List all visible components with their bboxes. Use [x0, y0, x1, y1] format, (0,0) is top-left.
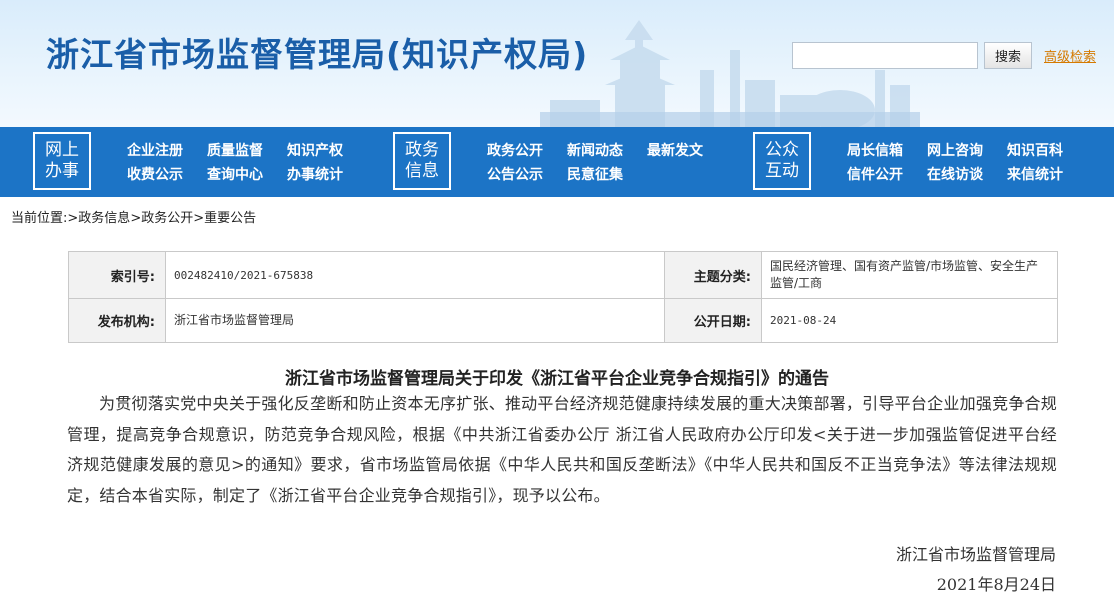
nav-link-online-interview[interactable]: 在线访谈: [927, 164, 983, 184]
document-meta-table: 索引号: 002482410/2021-675838 主题分类: 国民经济管理、…: [68, 251, 1058, 343]
nav-box-line: 互动: [765, 161, 799, 181]
breadcrumb-separator: >: [67, 211, 79, 226]
breadcrumb-item-important-notice[interactable]: 重要公告: [204, 211, 256, 226]
search-input[interactable]: [792, 42, 978, 69]
nav-link-letter-statistics[interactable]: 来信统计: [1007, 164, 1063, 184]
breadcrumb: 当前位置:>政务信息>政务公开>重要公告: [11, 207, 256, 226]
meta-row: 发布机构: 浙江省市场监督管理局 公开日期: 2021-08-24: [68, 298, 1058, 343]
publisher-label: 发布机构:: [68, 298, 166, 343]
article-signature: 浙江省市场监督管理局: [895, 545, 1056, 564]
site-header: 浙江省市场监督管理局(知识产权局) 搜索 高级检索: [0, 0, 1114, 127]
nav-link-knowledge-base[interactable]: 知识百科: [1007, 140, 1063, 160]
breadcrumb-separator: >: [130, 211, 142, 226]
article-title: 浙江省市场监督管理局关于印发《浙江省平台企业竞争合规指引》的通告: [285, 369, 829, 389]
date-label: 公开日期:: [664, 298, 762, 343]
article-body: 为贯彻落实党中央关于强化反垄断和防止资本无序扩张、推动平台经济规范健康持续发展的…: [67, 394, 1057, 505]
nav-link-letters-disclosure[interactable]: 信件公开: [847, 164, 903, 184]
breadcrumb-item-government-disclosure[interactable]: 政务公开: [141, 211, 193, 226]
nav-link-director-mailbox[interactable]: 局长信箱: [847, 140, 903, 160]
breadcrumb-item-government-info[interactable]: 政务信息: [78, 211, 130, 226]
nav-group-public-interaction: 公众 互动 局长信箱 网上咨询 知识百科 信件公开 在线访谈 来信统计: [0, 127, 1114, 197]
main-nav: 网上 办事 企业注册 质量监督 知识产权 收费公示 查询中心 办事统计 政务 信…: [0, 127, 1114, 197]
topic-value: 国民经济管理、国有资产监管/市场监管、安全生产监管/工商: [761, 251, 1058, 299]
meta-row: 索引号: 002482410/2021-675838 主题分类: 国民经济管理、…: [68, 251, 1058, 299]
site-title: 浙江省市场监督管理局(知识产权局): [46, 35, 589, 74]
breadcrumb-separator: >: [193, 211, 205, 226]
topic-label: 主题分类:: [664, 251, 762, 299]
nav-link-online-consultation[interactable]: 网上咨询: [927, 140, 983, 160]
article-date: 2021年8月24日: [936, 575, 1056, 594]
index-label: 索引号:: [68, 251, 166, 299]
nav-box-public-interaction[interactable]: 公众 互动: [753, 132, 811, 190]
index-value: 002482410/2021-675838: [165, 251, 665, 299]
search-button[interactable]: 搜索: [984, 42, 1032, 69]
date-value: 2021-08-24: [761, 298, 1058, 343]
nav-box-line: 公众: [765, 140, 799, 160]
breadcrumb-prefix: 当前位置:: [11, 211, 68, 226]
advanced-search-link[interactable]: 高级检索: [1044, 46, 1096, 65]
publisher-value: 浙江省市场监督管理局: [165, 298, 665, 343]
